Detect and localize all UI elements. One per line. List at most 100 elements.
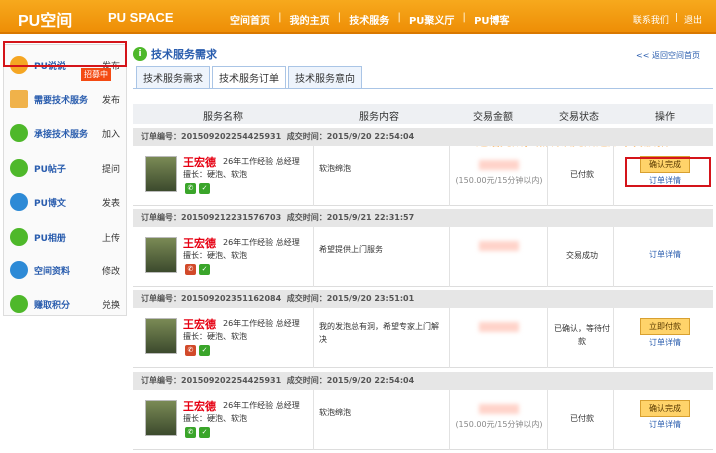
avatar[interactable] <box>145 237 177 273</box>
album-icon <box>10 228 28 246</box>
badge-group: ✆ ✓ <box>185 345 210 356</box>
sidebar-item-label: PU博文 <box>34 198 66 209</box>
column-header: 操作 <box>655 112 675 123</box>
confirm-complete-button[interactable]: 确认完成 <box>640 400 690 417</box>
sidebar-item-profile[interactable]: 空间资料 修改 <box>4 258 126 282</box>
divider <box>449 227 450 287</box>
tab-service-intent[interactable]: 技术服务意向 <box>288 66 362 89</box>
order-body: 王宏德 26年工作经验 总经理 擅长：硬泡、软泡 ✆ ✓ 软泡绵泡 (150.0… <box>133 390 713 450</box>
divider <box>547 227 548 287</box>
avatar[interactable] <box>145 318 177 354</box>
amount-cell <box>451 241 547 254</box>
divider <box>547 390 548 450</box>
divider <box>547 146 548 206</box>
no-phone-icon: ✆ <box>185 345 196 356</box>
sidebar-item-label: 空间资料 <box>34 266 71 277</box>
status-text: 已付款 <box>570 170 594 179</box>
order-number: 订单编号：20150921223​1576703 <box>141 213 282 222</box>
expert-experience: 26年工作经验 总经理 <box>223 157 300 166</box>
service-content: 软泡绵泡 <box>319 164 351 173</box>
sidebar-item-action[interactable]: 修改 <box>102 264 120 277</box>
expert-skill: 擅长：硬泡、软泡 <box>183 332 247 341</box>
avatar[interactable] <box>145 400 177 436</box>
shield-icon: ✓ <box>199 264 210 275</box>
nav-home[interactable]: 空间首页 <box>222 12 278 27</box>
badge-group: ✆ ✓ <box>185 183 210 194</box>
nav-blog[interactable]: PU博客 <box>466 12 517 27</box>
divider <box>313 146 314 206</box>
order-time: 成交时间：2015/9/20 22:54:04 <box>286 376 415 385</box>
divider <box>449 308 450 368</box>
order-number: 订单编号：20150920225​44259​31 <box>141 376 282 385</box>
tab-service-orders[interactable]: 技术服务订单 <box>212 66 286 89</box>
expert-skill: 擅长：硬泡、软泡 <box>183 414 247 423</box>
order-detail-link[interactable]: 订单详情 <box>649 250 681 259</box>
order-body: 王宏德 26年工作经验 总经理 擅长：硬泡、软泡 ✆ ✓ 希望提供上门服务 交易… <box>133 227 713 287</box>
divider <box>313 308 314 368</box>
operation-cell: 订单详情 <box>627 249 703 260</box>
top-header: PU空间 PU SPACE 空间首页 | 我的主页 | 技术服务 | PU聚义厅 | P… <box>0 0 716 34</box>
blurred-amount <box>479 322 519 332</box>
no-phone-icon: ✆ <box>185 264 196 275</box>
sidebar-item-action[interactable]: 发布 <box>102 93 120 106</box>
column-header: 交易状态 <box>559 112 599 123</box>
contact-link[interactable]: 联系我们 <box>633 13 669 26</box>
amount-cell: (150.00元/15分钟以内) <box>451 160 547 186</box>
pay-now-button[interactable]: 立即付款 <box>640 318 690 335</box>
status-text: 已付款 <box>570 414 594 423</box>
expert-name[interactable]: 王宏德 <box>183 235 216 251</box>
expert-name[interactable]: 王宏德 <box>183 316 216 332</box>
table-header: 服务名称 服务内容 交易金额 交易状态 操作 <box>133 104 713 124</box>
service-content: 希望提供上门服务 <box>319 245 383 254</box>
order-time: 成交时间：2015/9/21 22:31:57 <box>286 213 415 222</box>
blurred-amount <box>479 160 519 170</box>
back-home-link[interactable]: << 返回空间首页 <box>636 50 700 61</box>
main-nav: 空间首页 | 我的主页 | 技术服务 | PU聚义厅 | PU博客 <box>222 12 518 27</box>
order-detail-link[interactable]: 订单详情 <box>649 338 681 347</box>
blurred-amount <box>479 404 519 414</box>
badge-group: ✆ ✓ <box>185 264 210 275</box>
expert-name[interactable]: 王宏德 <box>183 154 216 170</box>
column-header: 服务内容 <box>359 112 399 123</box>
order-body: 王宏德 26年工作经验 总经理 擅长：硬泡、软泡 ✆ ✓ 我的发泡总有洞，希望专… <box>133 308 713 368</box>
sidebar-item-pu-posts[interactable]: PU帖子 提问 <box>4 156 126 180</box>
sidebar-item-provide-service[interactable]: 承接技术服务 加入 <box>4 121 126 145</box>
nav-forum[interactable]: PU聚义厅 <box>401 12 462 27</box>
logout-link[interactable]: 退出 <box>684 13 702 26</box>
sidebar-item-action[interactable]: 加入 <box>102 127 120 140</box>
sidebar-item-action[interactable]: 提问 <box>102 162 120 175</box>
divider <box>313 390 314 450</box>
home-icon <box>10 261 28 279</box>
sidebar-item-pu-album[interactable]: PU相册 上传 <box>4 225 126 249</box>
avatar[interactable] <box>145 156 177 192</box>
sidebar-item-action[interactable]: 兑换 <box>102 298 120 311</box>
order-header: 订单编号：2015092022544259​31 成交时间：2015/9/20 … <box>133 128 713 146</box>
sidebar-item-action[interactable]: 上传 <box>102 231 120 244</box>
tab-service-demand[interactable]: 技术服务需求 <box>136 66 210 89</box>
sidebar-item-points[interactable]: 赚取积分 兑换 <box>4 292 126 316</box>
order-detail-link[interactable]: 订单详情 <box>649 420 681 429</box>
column-header: 服务名称 <box>203 112 243 123</box>
divider <box>613 390 614 450</box>
logo[interactable]: PU空间 <box>18 7 72 31</box>
sidebar-item-pu-blog[interactable]: PU博文 发表 <box>4 190 126 214</box>
phone-icon: ✆ <box>185 427 196 438</box>
order-header: 订单编号：20150920225​44259​31 成交时间：2015/9/20… <box>133 372 713 390</box>
points-icon <box>10 295 28 313</box>
service-content: 我的发泡总有洞，希望专家上门解决 <box>319 322 439 344</box>
expert-name[interactable]: 王宏德 <box>183 398 216 414</box>
sidebar-item-action[interactable]: 发表 <box>102 196 120 209</box>
order-time: 成交时间：2015/9/20 22:54:04 <box>286 132 415 141</box>
order-row: 订单编号：20150920225​44259​31 成交时间：2015/9/20… <box>133 372 713 450</box>
order-number: 订单编号：201509202351162084 <box>141 294 282 303</box>
order-row: 订单编号：20150921223​1576703 成交时间：2015/9/21 … <box>133 209 713 287</box>
sidebar-item-need-service[interactable]: 需要技术服务 发布 <box>4 87 126 111</box>
nav-my-page[interactable]: 我的主页 <box>282 12 338 27</box>
nav-tech-service[interactable]: 技术服务 <box>341 12 397 27</box>
page-title: i 技术服务需求 <box>133 46 217 62</box>
divider <box>449 390 450 450</box>
info-icon: i <box>133 47 147 61</box>
status-text: 已确认，等待付款 <box>554 324 610 346</box>
order-time: 成交时间：2015/9/20 23:51:01 <box>286 294 415 303</box>
order-number: 订单编号：2015092022544259​31 <box>141 132 282 141</box>
